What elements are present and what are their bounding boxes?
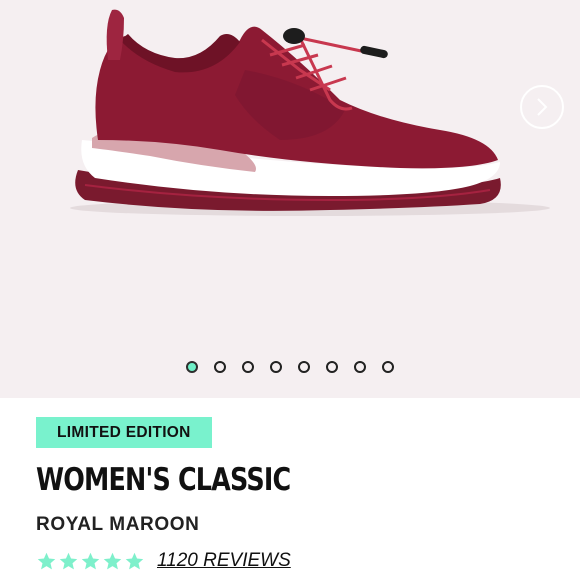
product-gallery	[0, 0, 580, 398]
pagination-dot[interactable]	[326, 361, 338, 373]
star-icon	[125, 552, 144, 569]
product-image[interactable]	[0, 0, 580, 398]
pagination-dot[interactable]	[270, 361, 282, 373]
pagination-dot[interactable]	[214, 361, 226, 373]
gallery-pagination	[0, 361, 580, 373]
pagination-dot[interactable]	[298, 361, 310, 373]
star-icon	[59, 552, 78, 569]
star-icon	[37, 552, 56, 569]
product-color-name: ROYAL MAROON	[36, 514, 200, 535]
pagination-dot[interactable]	[186, 361, 198, 373]
pagination-dot[interactable]	[354, 361, 366, 373]
next-image-button[interactable]	[520, 85, 564, 129]
pagination-dot[interactable]	[242, 361, 254, 373]
rating-row: 1120 REVIEWS	[36, 550, 580, 572]
product-title: WOMEN'S CLASSIC	[36, 462, 291, 498]
reviews-link[interactable]: 1120 REVIEWS	[157, 550, 291, 572]
star-icon	[81, 552, 100, 569]
star-rating	[36, 551, 145, 572]
product-info: LIMITED EDITION WOMEN'S CLASSIC ROYAL MA…	[0, 398, 580, 572]
star-icon	[103, 552, 122, 569]
limited-edition-badge: LIMITED EDITION	[36, 417, 212, 448]
chevron-right-icon	[537, 98, 548, 116]
pagination-dot[interactable]	[382, 361, 394, 373]
